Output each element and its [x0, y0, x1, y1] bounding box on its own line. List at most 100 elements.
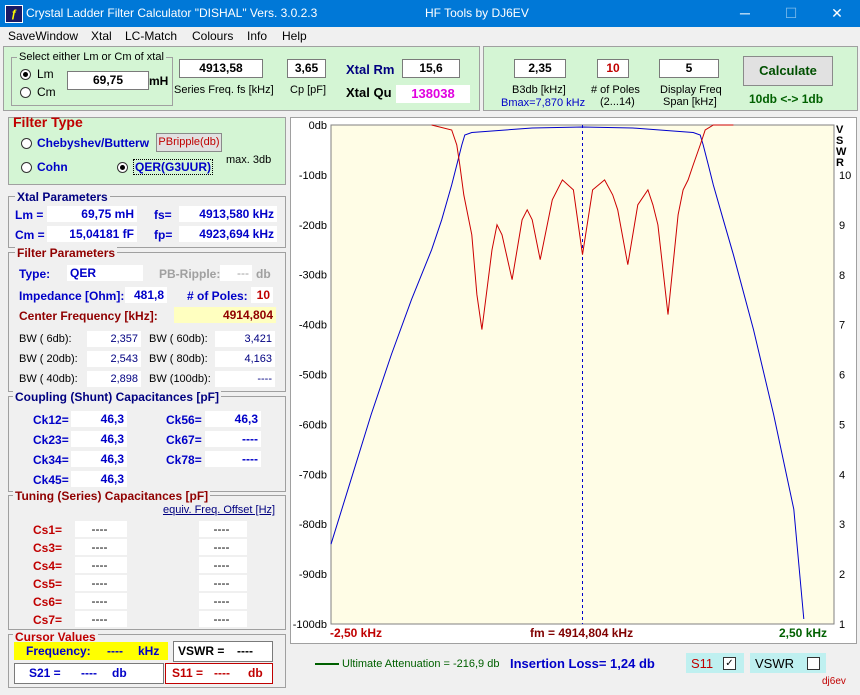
y-tick-label: -40db [299, 320, 327, 332]
vswr-checkbox[interactable] [807, 657, 820, 670]
vswr-toggle[interactable]: VSWR [750, 653, 826, 673]
pbripple-unit: db [256, 267, 271, 281]
coupling-title: Coupling (Shunt) Capacitances [pF] [13, 390, 221, 404]
cursor-s21-unit: db [112, 666, 127, 680]
minimize-button[interactable]: ─ [722, 0, 768, 27]
freq-offset-link[interactable]: equiv. Freq. Offset [Hz] [163, 504, 275, 516]
cs5-value: ---- [75, 575, 127, 591]
ck45-value: 46,3 [71, 471, 127, 487]
x-right-label: 2,50 kHz [779, 626, 827, 640]
bw80-value: 4,163 [215, 351, 275, 367]
xtal-rm-input[interactable]: 15,6 [402, 59, 460, 78]
filter-params-group: Filter Parameters Type: QER PB-Ripple: -… [8, 246, 286, 392]
s11-toggle-label: S11 [691, 656, 714, 671]
poles-range-label: (2...14) [600, 96, 635, 108]
cp-input[interactable]: 3,65 [287, 59, 326, 78]
cs6-label: Cs6= [33, 595, 63, 609]
xtal-unit-label: mH [149, 74, 169, 88]
cs1-offset: ---- [199, 521, 247, 537]
coupling-group: Coupling (Shunt) Capacitances [pF] Ck12=… [8, 390, 286, 492]
cm-radio[interactable] [20, 87, 31, 98]
y-tick-label: -30db [299, 270, 327, 282]
s11-toggle[interactable]: S11 ✓ [686, 653, 744, 673]
cursor-freq-value: ---- [107, 644, 123, 658]
ck45-label: Ck45= [33, 473, 69, 487]
vswr-tick-label: 7 [839, 320, 845, 332]
cursor-vswr-value: ---- [237, 644, 253, 658]
type-label: Type: [19, 267, 51, 281]
bw6-label: BW ( 6db): [19, 333, 72, 345]
ck12-value: 46,3 [71, 411, 127, 427]
xtal-params-group: Xtal Parameters Lm = 69,75 mH fs= 4913,5… [8, 190, 286, 248]
center-freq-value: 4914,804 [174, 307, 276, 323]
maximize-button[interactable]: ☐ [768, 0, 814, 27]
qer-radio[interactable] [117, 162, 128, 173]
calculate-button[interactable]: Calculate [743, 56, 833, 86]
menu-bar: SaveWindow Xtal LC-Match Colours Info He… [0, 27, 860, 45]
b3db-input[interactable]: 2,35 [514, 59, 566, 78]
menu-help[interactable]: Help [282, 29, 307, 43]
max3db-label: max. 3db [226, 154, 272, 166]
menu-colours[interactable]: Colours [192, 29, 233, 43]
menu-info[interactable]: Info [247, 29, 267, 43]
series-freq-input[interactable]: 4913,58 [179, 59, 263, 78]
tuning-group: Tuning (Series) Capacitances [pF] equiv.… [8, 489, 286, 630]
xtal-fp-label: fp= [154, 228, 173, 242]
pbripple-button[interactable]: PBripple(db) [156, 133, 222, 152]
xtal-fp-value: 4923,694 kHz [179, 226, 277, 242]
bw100-value: ---- [215, 371, 275, 387]
cursor-vswr-box: VSWR = ---- [173, 641, 273, 662]
y-tick-label: -100db [293, 619, 327, 631]
filter-type-panel: Filter Type Chebyshev/Butterw PBripple(d… [8, 114, 286, 185]
span-input[interactable]: 5 [659, 59, 719, 78]
cm-radio-label: Cm [37, 85, 56, 99]
lm-radio-label: Lm [37, 67, 54, 81]
cs6-value: ---- [75, 593, 127, 609]
ck56-value: 46,3 [205, 411, 261, 427]
close-button[interactable]: ✕ [814, 0, 860, 27]
poles-count-value: 10 [251, 287, 273, 303]
cursor-vswr-label: VSWR = [178, 644, 225, 658]
xtal-select-caption: Select either Lm or Cm of xtal [17, 51, 166, 63]
pbripple-label: PB-Ripple: [159, 267, 221, 281]
tuning-title: Tuning (Series) Capacitances [pF] [13, 489, 211, 503]
ck23-label: Ck23= [33, 433, 69, 447]
y-tick-label: -90db [299, 569, 327, 581]
cursor-freq-label: Frequency: [26, 644, 91, 658]
vswr-tick-label: 2 [839, 569, 845, 581]
qer-label: QER(G3UUR) [133, 159, 214, 175]
signature-label: dj6ev [822, 676, 846, 687]
xtal-rm-label: Xtal Rm [346, 62, 395, 77]
ck12-label: Ck12= [33, 413, 69, 427]
cursor-s21-value: ---- [81, 666, 97, 680]
y-tick-label: -10db [299, 170, 327, 182]
chebyshev-radio[interactable] [21, 138, 32, 149]
menu-xtal[interactable]: Xtal [91, 29, 112, 43]
cs3-label: Cs3= [33, 541, 63, 555]
bmax-label: Bmax=7,870 kHz [501, 97, 586, 109]
menu-lc-match[interactable]: LC-Match [125, 29, 177, 43]
cs5-offset: ---- [199, 575, 247, 591]
impedance-value: 481,8 [125, 287, 167, 303]
s11-checkbox[interactable]: ✓ [723, 657, 736, 670]
xtal-qu-label: Xtal Qu [346, 85, 392, 100]
poles-input[interactable]: 10 [597, 59, 629, 78]
cursor-freq-unit: kHz [138, 644, 160, 658]
frequency-response-chart[interactable]: 0db -10db -20db -30db -40db -50db -60db -70db -8… [290, 117, 855, 642]
xtal-value-input[interactable]: 69,75 [67, 71, 149, 90]
bw40-label: BW ( 40db): [19, 373, 78, 385]
cohn-label: Cohn [37, 160, 68, 174]
lm-radio[interactable] [20, 69, 31, 80]
range-label: 10db <-> 1db [749, 92, 824, 106]
cs7-label: Cs7= [33, 613, 63, 627]
cohn-radio[interactable] [21, 162, 32, 173]
ck34-value: 46,3 [71, 451, 127, 467]
menu-savewindow[interactable]: SaveWindow [8, 29, 78, 43]
vswr-axis-title-char: R [836, 157, 844, 169]
y-tick-label: 0db [309, 120, 327, 132]
span-label-2: Span [kHz] [663, 96, 717, 108]
vswr-toggle-label: VSWR [755, 656, 794, 671]
xtal-fs-label: fs= [154, 208, 172, 222]
vswr-tick-label: 5 [839, 419, 845, 431]
cs4-label: Cs4= [33, 559, 63, 573]
